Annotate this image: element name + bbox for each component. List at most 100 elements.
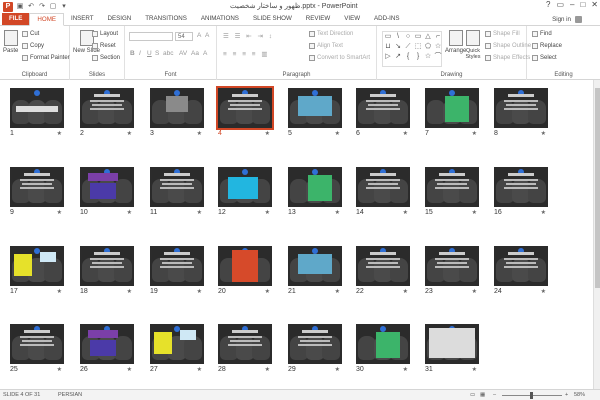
underline-button[interactable]: U xyxy=(147,50,152,57)
slide-preview[interactable] xyxy=(218,167,272,207)
slide-preview[interactable] xyxy=(80,324,134,364)
slide-sorter-view-icon[interactable]: ▦ xyxy=(480,392,485,398)
replace-button[interactable]: Replace xyxy=(532,43,562,49)
slide-thumbnail[interactable]: 5 ★ xyxy=(288,88,342,139)
paste-button[interactable]: Paste xyxy=(3,30,18,54)
slide-thumbnail[interactable]: 2 ★ xyxy=(80,88,134,139)
shape-option[interactable]: ⊔ xyxy=(383,42,393,52)
slide-preview[interactable] xyxy=(494,246,548,286)
slide-thumbnail[interactable]: 22 ★ xyxy=(356,246,410,297)
animation-star-icon[interactable]: ★ xyxy=(197,130,202,137)
tab-home[interactable]: HOME xyxy=(29,13,64,26)
slide-thumbnail[interactable]: 28 ★ xyxy=(218,324,272,375)
slide-preview[interactable] xyxy=(10,246,64,286)
layout-button[interactable]: Layout xyxy=(92,31,118,37)
slide-thumbnail[interactable]: 20 ★ xyxy=(218,246,272,297)
italic-button[interactable]: I xyxy=(139,50,141,57)
shape-option[interactable]: ↗ xyxy=(393,52,403,62)
select-button[interactable]: Select xyxy=(532,55,557,61)
cut-button[interactable]: Cut xyxy=(22,31,39,37)
shape-effects-button[interactable]: Shape Effects xyxy=(485,55,530,61)
animation-star-icon[interactable]: ★ xyxy=(265,366,270,373)
slide-thumbnail[interactable]: 17 ★ xyxy=(10,246,64,297)
shape-option[interactable]: ↘ xyxy=(393,42,403,52)
animation-star-icon[interactable]: ★ xyxy=(403,130,408,137)
minimize-icon[interactable]: – xyxy=(570,0,574,9)
slide-preview[interactable] xyxy=(10,324,64,364)
shape-option[interactable]: △ xyxy=(423,32,433,42)
start-slideshow-icon[interactable]: ▢ xyxy=(49,3,57,11)
slide-preview[interactable] xyxy=(494,167,548,207)
undo-icon[interactable]: ↶ xyxy=(27,3,35,11)
slide-thumbnail[interactable]: 31 ★ xyxy=(425,324,479,375)
shape-option[interactable]: } xyxy=(413,52,423,62)
animation-star-icon[interactable]: ★ xyxy=(472,366,477,373)
convert-smartart-button[interactable]: Convert to SmartArt xyxy=(309,55,370,61)
animation-star-icon[interactable]: ★ xyxy=(403,209,408,216)
slide-preview[interactable] xyxy=(218,324,272,364)
zoom-out-button[interactable]: – xyxy=(493,392,496,398)
slide-thumbnail[interactable]: 7 ★ xyxy=(425,88,479,139)
animation-star-icon[interactable]: ★ xyxy=(197,288,202,295)
slide-preview[interactable] xyxy=(10,167,64,207)
tab-add-ins[interactable]: ADD-INS xyxy=(367,13,406,25)
shape-option[interactable]: ▭ xyxy=(383,32,393,42)
text-direction-button[interactable]: Text Direction xyxy=(309,31,353,37)
animation-star-icon[interactable]: ★ xyxy=(57,366,62,373)
tab-insert[interactable]: INSERT xyxy=(64,13,101,25)
animation-star-icon[interactable]: ★ xyxy=(127,209,132,216)
animation-star-icon[interactable]: ★ xyxy=(265,209,270,216)
slide-preview[interactable] xyxy=(356,324,410,364)
animation-star-icon[interactable]: ★ xyxy=(57,130,62,137)
vertical-scrollbar[interactable] xyxy=(593,80,600,389)
slide-thumbnail[interactable]: 19 ★ xyxy=(150,246,204,297)
slide-thumbnail[interactable]: 26 ★ xyxy=(80,324,134,375)
redo-icon[interactable]: ↷ xyxy=(38,3,46,11)
format-painter-button[interactable]: Format Painter xyxy=(22,55,70,61)
slide-thumbnail[interactable]: 12 ★ xyxy=(218,167,272,218)
copy-button[interactable]: Copy xyxy=(22,43,44,49)
animation-star-icon[interactable]: ★ xyxy=(57,209,62,216)
slide-thumbnail[interactable]: 27 ★ xyxy=(150,324,204,375)
slide-preview[interactable] xyxy=(356,167,410,207)
shape-option[interactable]: \ xyxy=(393,32,403,42)
slide-thumbnail[interactable]: 13 ★ xyxy=(288,167,342,218)
animation-star-icon[interactable]: ★ xyxy=(265,130,270,137)
slide-thumbnail[interactable]: 25 ★ xyxy=(10,324,64,375)
slide-preview[interactable] xyxy=(150,167,204,207)
animation-star-icon[interactable]: ★ xyxy=(57,288,62,295)
slide-preview[interactable] xyxy=(425,88,479,128)
slide-preview[interactable] xyxy=(425,324,479,364)
zoom-in-button[interactable]: + xyxy=(565,392,568,398)
shape-option[interactable]: ⌐ xyxy=(433,32,443,42)
tab-animations[interactable]: ANIMATIONS xyxy=(194,13,246,25)
shape-option[interactable]: ⟋ xyxy=(403,42,413,52)
slide-thumbnail[interactable]: 8 ★ xyxy=(494,88,548,139)
slide-thumbnail[interactable]: 16 ★ xyxy=(494,167,548,218)
slide-thumbnail[interactable]: 29 ★ xyxy=(288,324,342,375)
animation-star-icon[interactable]: ★ xyxy=(127,366,132,373)
arrange-button[interactable]: Arrange xyxy=(445,30,466,54)
help-icon[interactable]: ? xyxy=(546,0,550,9)
slide-thumbnail[interactable]: 21 ★ xyxy=(288,246,342,297)
animation-star-icon[interactable]: ★ xyxy=(335,288,340,295)
font-color-button[interactable]: A xyxy=(203,50,207,57)
strikethrough-button[interactable]: abc xyxy=(163,50,173,57)
zoom-slider-knob[interactable] xyxy=(530,392,533,399)
slide-preview[interactable] xyxy=(80,88,134,128)
align-text-button[interactable]: Align Text xyxy=(309,43,343,49)
animation-star-icon[interactable]: ★ xyxy=(472,209,477,216)
quick-styles-button[interactable]: Quick Styles xyxy=(465,30,481,60)
language-indicator[interactable]: PERSIAN xyxy=(58,392,82,398)
maximize-icon[interactable]: □ xyxy=(580,0,585,9)
shape-option[interactable]: ○ xyxy=(403,32,413,42)
tab-slide-show[interactable]: SLIDE SHOW xyxy=(246,13,299,25)
slide-preview[interactable] xyxy=(288,246,342,286)
slide-preview[interactable] xyxy=(10,88,64,128)
slide-preview[interactable] xyxy=(218,246,272,286)
slide-thumbnail[interactable]: 23 ★ xyxy=(425,246,479,297)
slide-preview[interactable] xyxy=(288,88,342,128)
slide-thumbnail[interactable]: 9 ★ xyxy=(10,167,64,218)
animation-star-icon[interactable]: ★ xyxy=(541,130,546,137)
slide-preview[interactable] xyxy=(425,246,479,286)
